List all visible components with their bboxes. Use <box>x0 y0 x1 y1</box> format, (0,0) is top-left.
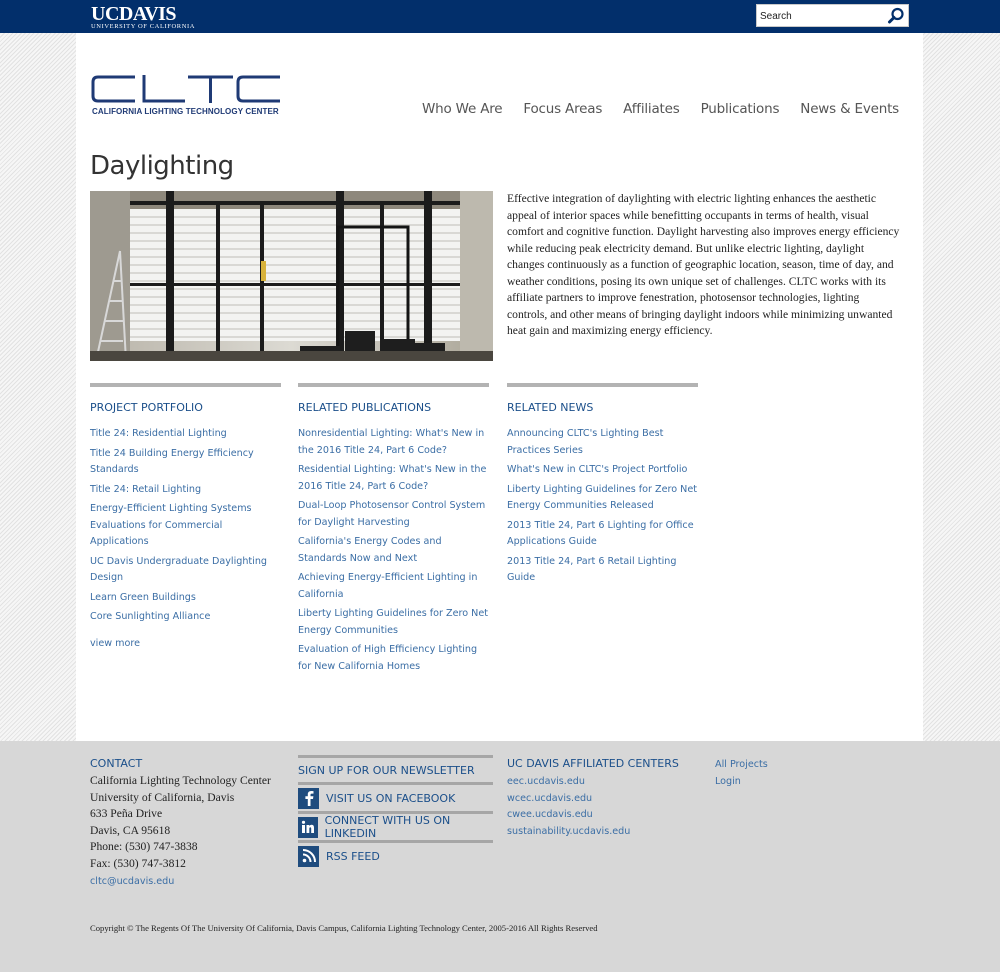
newsletter-signup-link[interactable]: SIGN UP FOR OUR NEWSLETTER <box>298 758 493 782</box>
portfolio-link[interactable]: Core Sunlighting Alliance <box>90 609 281 626</box>
news-link[interactable]: 2013 Title 24, Part 6 Retail Lighting Gu… <box>507 554 698 587</box>
page-title: Daylighting <box>90 151 234 181</box>
portfolio-link[interactable]: Title 24: Retail Lighting <box>90 482 281 499</box>
publication-link[interactable]: Dual-Loop Photosensor Control System for… <box>298 498 489 531</box>
rss-icon <box>298 845 319 867</box>
news-link[interactable]: What's New in CLTC's Project Portfolio <box>507 462 698 479</box>
center-link[interactable]: sustainability.ucdavis.edu <box>507 824 707 841</box>
portfolio-link[interactable]: Title 24 Building Energy Efficiency Stan… <box>90 446 281 479</box>
copyright-text: Copyright © The Regents Of The Universit… <box>90 923 598 933</box>
newsletter-label: SIGN UP FOR OUR NEWSLETTER <box>298 763 475 777</box>
facebook-label: VISIT US ON FACEBOOK <box>326 791 456 805</box>
footer-misc-links: All Projects Login <box>715 757 768 790</box>
publication-link[interactable]: Residential Lighting: What's New in the … <box>298 462 489 495</box>
linkedin-icon <box>298 816 318 838</box>
portfolio-link[interactable]: Title 24: Residential Lighting <box>90 426 281 443</box>
contact-line: California Lighting Technology Center <box>90 774 271 787</box>
nav-focus-areas[interactable]: Focus Areas <box>523 101 602 117</box>
view-more-link[interactable]: view more <box>90 638 281 649</box>
top-bar: UCDAVIS UNIVERSITY OF CALIFORNIA <box>0 0 1000 33</box>
news-link[interactable]: Announcing CLTC's Lighting Best Practice… <box>507 426 698 459</box>
portfolio-link[interactable]: Energy-Efficient Lighting Systems Evalua… <box>90 501 281 551</box>
affiliated-centers-heading: UC DAVIS AFFILIATED CENTERS <box>507 757 679 770</box>
project-portfolio-heading: PROJECT PORTFOLIO <box>90 401 203 414</box>
related-publications-section: RELATED PUBLICATIONS Nonresidential Ligh… <box>298 383 489 678</box>
main-content: CALIFORNIA LIGHTING TECHNOLOGY CENTER Wh… <box>76 33 923 741</box>
footer: CONTACT California Lighting Technology C… <box>0 741 1000 972</box>
contact-line: Davis, CA 95618 <box>90 823 171 837</box>
rss-label: RSS FEED <box>326 849 380 863</box>
publication-link[interactable]: Nonresidential Lighting: What's New in t… <box>298 426 489 459</box>
section-divider <box>90 383 281 387</box>
portfolio-link[interactable]: UC Davis Undergraduate Daylighting Desig… <box>90 554 281 587</box>
ucdavis-logo[interactable]: UCDAVIS UNIVERSITY OF CALIFORNIA <box>91 4 195 31</box>
publication-link[interactable]: California's Energy Codes and Standards … <box>298 534 489 567</box>
related-news-heading: RELATED NEWS <box>507 401 594 414</box>
center-link[interactable]: wcec.ucdavis.edu <box>507 791 707 808</box>
contact-heading: CONTACT <box>90 757 143 770</box>
portfolio-link[interactable]: Learn Green Buildings <box>90 590 281 607</box>
cltc-tagline: CALIFORNIA LIGHTING TECHNOLOGY CENTER <box>92 107 279 116</box>
related-publications-heading: RELATED PUBLICATIONS <box>298 401 432 414</box>
main-nav: Who We Are Focus Areas Affiliates Public… <box>422 101 899 117</box>
section-divider <box>507 383 698 387</box>
footer-affiliated-centers: UC DAVIS AFFILIATED CENTERS eec.ucdavis.… <box>507 757 707 840</box>
facebook-link[interactable]: VISIT US ON FACEBOOK <box>298 785 493 811</box>
search-icon[interactable] <box>887 7 905 25</box>
project-portfolio-section: PROJECT PORTFOLIO Title 24: Residential … <box>90 383 281 649</box>
contact-line: Fax: (530) 747-3812 <box>90 856 186 870</box>
nav-affiliates[interactable]: Affiliates <box>623 101 680 117</box>
search-box <box>756 4 909 27</box>
footer-social: SIGN UP FOR OUR NEWSLETTER VISIT US ON F… <box>298 755 493 869</box>
nav-who-we-are[interactable]: Who We Are <box>422 101 503 117</box>
related-news-section: RELATED NEWS Announcing CLTC's Lighting … <box>507 383 698 590</box>
linkedin-link[interactable]: CONNECT WITH US ON LINKEDIN <box>298 814 493 840</box>
cltc-logo-mark <box>91 75 280 103</box>
contact-line: 633 Peña Drive <box>90 807 163 821</box>
publication-link[interactable]: Liberty Lighting Guidelines for Zero Net… <box>298 606 489 639</box>
nav-publications[interactable]: Publications <box>701 101 780 117</box>
search-input[interactable] <box>760 8 885 24</box>
ucdavis-logo-text: UCDAVIS <box>91 3 177 25</box>
news-link[interactable]: Liberty Lighting Guidelines for Zero Net… <box>507 482 698 515</box>
nav-news-events[interactable]: News & Events <box>800 101 899 117</box>
center-link[interactable]: cwee.ucdavis.edu <box>507 807 707 824</box>
intro-paragraph: Effective integration of daylighting wit… <box>507 192 900 337</box>
contact-email-link[interactable]: cltc@ucdavis.edu <box>90 873 290 891</box>
contact-line: Phone: (530) 747-3838 <box>90 840 198 854</box>
news-link[interactable]: 2013 Title 24, Part 6 Lighting for Offic… <box>507 518 698 551</box>
center-link[interactable]: eec.ucdavis.edu <box>507 774 707 791</box>
login-link[interactable]: Login <box>715 774 768 791</box>
section-divider <box>298 383 489 387</box>
publication-link[interactable]: Evaluation of High Efficiency Lighting f… <box>298 642 489 675</box>
ucdavis-logo-subtext: UNIVERSITY OF CALIFORNIA <box>91 23 196 30</box>
rss-link[interactable]: RSS FEED <box>298 843 493 869</box>
hero-image <box>90 191 493 361</box>
publication-link[interactable]: Achieving Energy-Efficient Lighting in C… <box>298 570 489 603</box>
facebook-icon <box>298 787 319 809</box>
footer-contact: CONTACT California Lighting Technology C… <box>90 757 290 891</box>
all-projects-link[interactable]: All Projects <box>715 757 768 774</box>
contact-line: University of California, Davis <box>90 790 235 804</box>
linkedin-label: CONNECT WITH US ON LINKEDIN <box>324 814 451 840</box>
cltc-logo[interactable] <box>91 75 284 108</box>
